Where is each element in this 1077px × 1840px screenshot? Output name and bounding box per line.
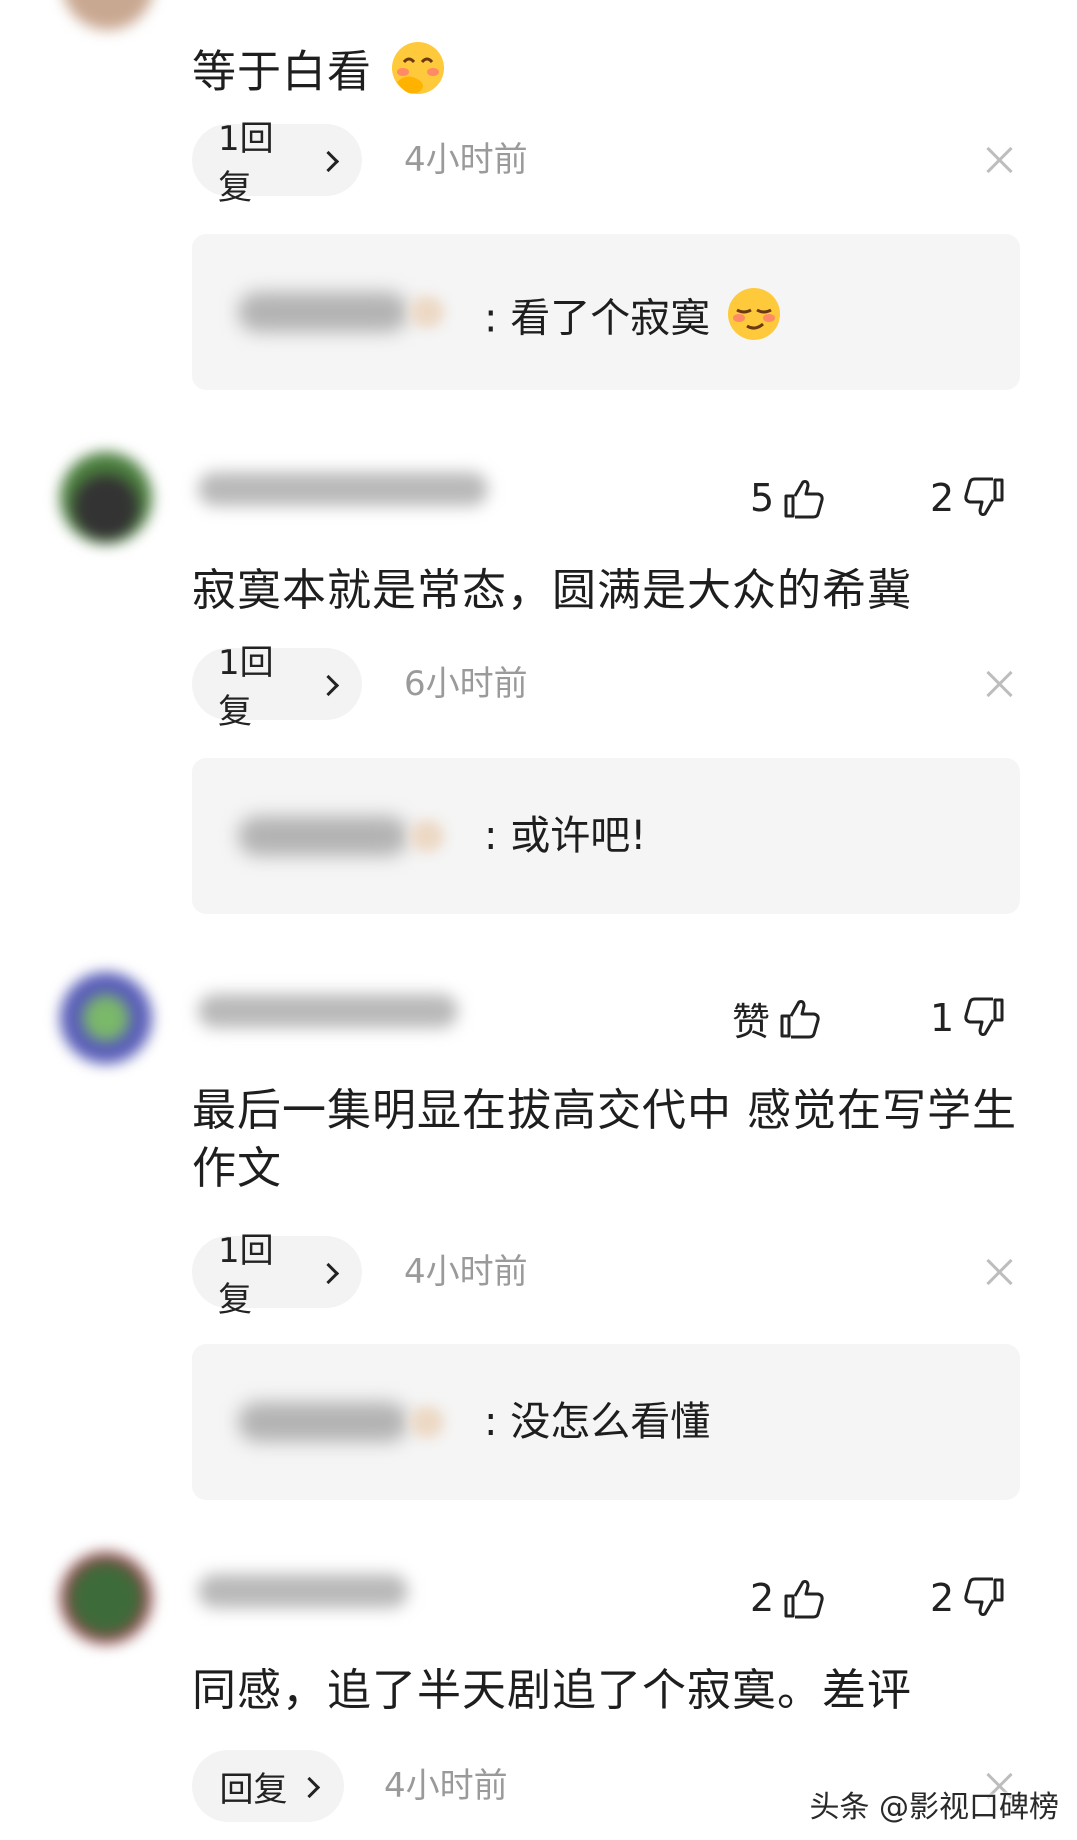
sub-reply-username-badge [410, 296, 444, 328]
avatar[interactable] [60, 452, 152, 544]
comment-text-content: 等于白看 [192, 46, 372, 98]
chevron-right-icon [317, 674, 340, 696]
like-count: 5 [750, 476, 775, 520]
sub-reply-content: 或许吧! [510, 813, 647, 859]
chevron-right-icon [298, 1776, 320, 1798]
username[interactable] [198, 1574, 408, 1608]
thumbs-down-icon [964, 1577, 1004, 1616]
sub-reply-text: : 看了个寂寞 [484, 284, 785, 357]
reply-button[interactable]: 回复 [192, 1750, 344, 1822]
chevron-right-icon [317, 1262, 340, 1284]
comment-text: 最后一集明显在拔高交代中 感觉在写学生作文 [192, 1085, 1017, 1194]
dislike-button[interactable]: 2 [930, 1572, 1006, 1624]
close-icon[interactable] [986, 1258, 1014, 1286]
close-icon[interactable] [986, 670, 1014, 698]
sub-reply-box[interactable]: : 没怎么看懂 [192, 1344, 1020, 1500]
reply-button[interactable]: 1回复 [192, 1231, 362, 1320]
sub-reply-username [238, 292, 408, 332]
dislike-count: 2 [930, 476, 955, 520]
comment-text: 等于白看 [192, 38, 1029, 111]
sub-reply-username [238, 816, 408, 856]
sub-reply-prefix: : [484, 813, 498, 859]
username[interactable] [198, 994, 458, 1028]
thumbs-down-icon [964, 997, 1004, 1036]
sub-reply-box[interactable]: : 或许吧! [192, 758, 1020, 914]
like-count: 2 [750, 1576, 775, 1620]
reply-button[interactable]: 1回复 [192, 119, 362, 208]
avatar[interactable] [60, 1552, 152, 1644]
dislike-button[interactable]: 2 [930, 472, 1006, 524]
smug-face-emoji [723, 284, 785, 357]
thumbs-up-icon [784, 480, 824, 519]
thumbs-up-icon [780, 1000, 820, 1039]
dislike-button[interactable]: 1 [930, 992, 1006, 1044]
like-count: 赞 [732, 999, 771, 1044]
sub-reply-text: : 没怎么看懂 [484, 1394, 710, 1450]
sub-reply-content: 没怎么看懂 [510, 1399, 711, 1445]
timestamp: 6小时前 [404, 664, 528, 704]
timestamp: 4小时前 [384, 1766, 508, 1806]
reply-label: 1回复 [218, 1231, 274, 1320]
sub-reply-content: 看了个寂寞 [510, 295, 711, 342]
reply-label: 回复 [219, 1769, 288, 1810]
reply-button[interactable]: 1回复 [192, 643, 362, 732]
chevron-right-icon [317, 150, 340, 172]
like-button[interactable]: 2 [750, 1572, 826, 1624]
comment-text: 寂寞本就是常态，圆满是大众的希冀 [192, 565, 912, 616]
watermark: 头条 @影视口碑榜 [809, 1790, 1059, 1825]
sub-reply-prefix: : [484, 1399, 498, 1445]
sub-reply-prefix: : [484, 295, 498, 342]
close-icon[interactable] [986, 146, 1014, 174]
like-button[interactable]: 5 [750, 472, 826, 524]
sub-reply-username-badge [410, 1406, 444, 1438]
sub-reply-username [238, 1402, 408, 1442]
comment-text: 同感，追了半天剧追了个寂寞。差评 [192, 1665, 912, 1716]
like-button[interactable]: 赞 [732, 992, 822, 1044]
username[interactable] [198, 472, 488, 506]
reply-label: 1回复 [218, 119, 274, 208]
thumbs-up-icon [784, 1580, 824, 1619]
avatar[interactable] [62, 0, 154, 30]
shy-smile-emoji [387, 38, 449, 111]
timestamp: 4小时前 [404, 1252, 528, 1292]
sub-reply-text: : 或许吧! [484, 808, 646, 864]
dislike-count: 2 [930, 1576, 955, 1620]
sub-reply-username-badge [410, 820, 444, 852]
dislike-count: 1 [930, 996, 955, 1040]
sub-reply-box[interactable]: : 看了个寂寞 [192, 234, 1020, 390]
reply-label: 1回复 [218, 643, 274, 732]
timestamp: 4小时前 [404, 140, 528, 180]
thumbs-down-icon [964, 477, 1004, 516]
avatar[interactable] [60, 972, 152, 1064]
